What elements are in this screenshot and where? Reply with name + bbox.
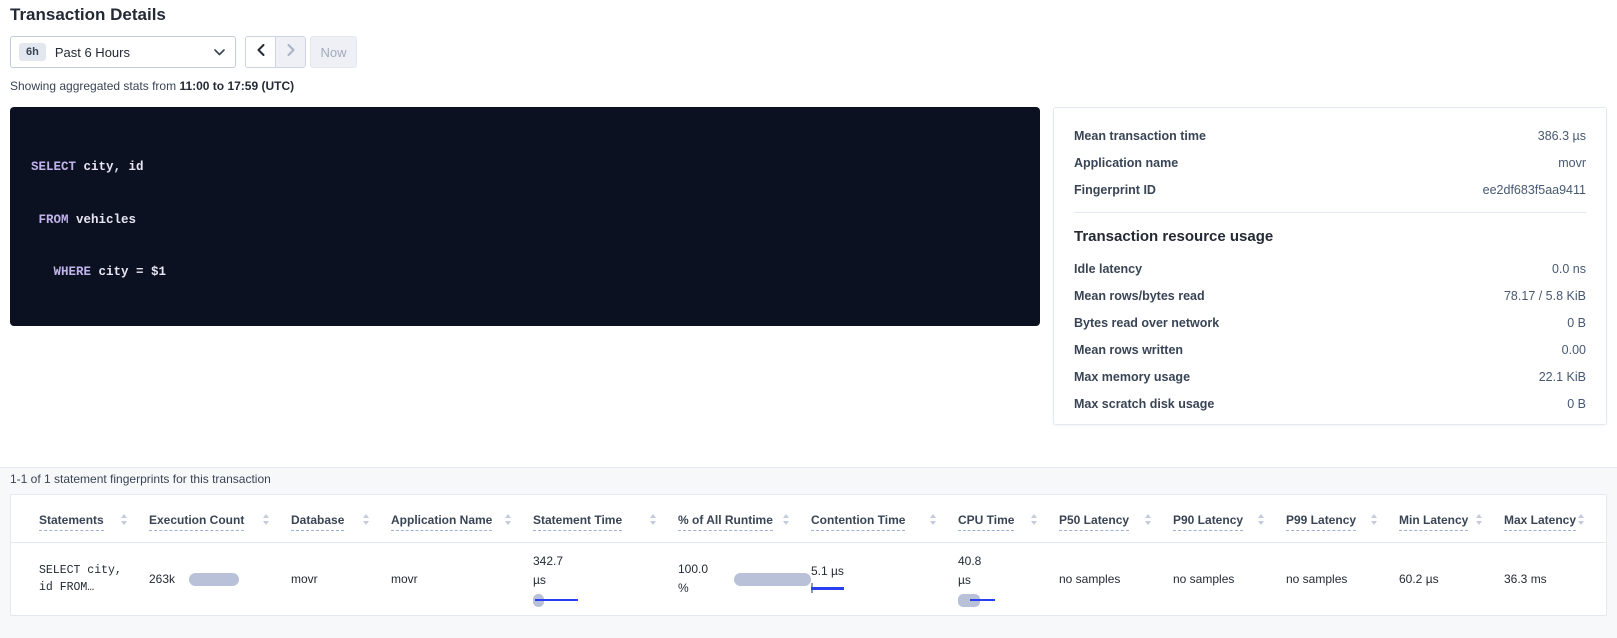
chevron-down-icon	[214, 43, 225, 61]
pct-runtime-bar	[734, 573, 811, 586]
chevron-left-icon	[257, 43, 265, 61]
sort-arrows-icon[interactable]	[363, 514, 369, 525]
sort-arrows-icon[interactable]	[1371, 514, 1377, 525]
cell-max-latency: 36.3 ms	[1504, 572, 1606, 586]
column-header-p99-latency[interactable]: P99 Latency	[1286, 514, 1399, 531]
time-range-badge: 6h	[19, 43, 46, 61]
resource-label: Mean rows written	[1074, 343, 1183, 357]
transaction-summary-card: Mean transaction time 386.3 µs Applicati…	[1053, 107, 1607, 425]
summary-value: ee2df683f5aa9411	[1483, 183, 1586, 197]
resource-value: 0 B	[1567, 397, 1586, 411]
resource-value: 22.1 KiB	[1539, 370, 1586, 384]
contention-time-bar	[811, 582, 844, 595]
summary-label: Mean transaction time	[1074, 129, 1206, 143]
sort-arrows-icon[interactable]	[263, 514, 269, 525]
resource-usage-heading: Transaction resource usage	[1074, 228, 1586, 245]
time-range-label: Past 6 Hours	[55, 45, 214, 60]
summary-label: Fingerprint ID	[1074, 183, 1156, 197]
previous-time-range-button[interactable]	[246, 37, 275, 67]
cell-p90-latency: no samples	[1173, 572, 1286, 586]
resource-row-mean-rows-bytes-read: Mean rows/bytes read 78.17 / 5.8 KiB	[1074, 282, 1586, 309]
statements-table-header: Statements Execution Count Database Appl…	[11, 495, 1606, 543]
column-header-max-latency[interactable]: Max Latency	[1504, 514, 1606, 531]
statements-section: 1-1 of 1 statement fingerprints for this…	[0, 467, 1617, 638]
column-header-statement-time[interactable]: Statement Time	[533, 514, 678, 531]
execution-count-bar	[189, 573, 239, 586]
cell-statement: SELECT city,id FROM…	[39, 562, 149, 596]
resource-label: Idle latency	[1074, 262, 1142, 276]
resource-value: 78.17 / 5.8 KiB	[1504, 289, 1586, 303]
aggregated-stats-range: 11:00 to 17:59 (UTC)	[179, 79, 294, 93]
column-header-p50-latency[interactable]: P50 Latency	[1059, 514, 1173, 531]
summary-value: movr	[1558, 156, 1586, 170]
resource-row-bytes-read-over-network: Bytes read over network 0 B	[1074, 309, 1586, 336]
summary-label: Application name	[1074, 156, 1178, 170]
sort-arrows-icon[interactable]	[505, 514, 511, 525]
sql-line: FROM vehicles	[31, 212, 1019, 230]
cell-pct-of-all-runtime: 100.0 %	[678, 560, 811, 598]
cell-p99-latency: no samples	[1286, 572, 1399, 586]
cell-min-latency: 60.2 µs	[1399, 572, 1504, 586]
sql-line: WHERE city = $1	[31, 264, 1019, 282]
resource-row-max-memory-usage: Max memory usage 22.1 KiB	[1074, 363, 1586, 390]
resource-row-max-scratch-disk-usage: Max scratch disk usage 0 B	[1074, 390, 1586, 417]
cell-statement-time: 342.7 µs	[533, 552, 678, 607]
summary-row-application-name: Application name movr	[1074, 149, 1586, 176]
aggregated-stats-caption: Showing aggregated stats from 11:00 to 1…	[10, 79, 294, 93]
column-header-pct-of-all-runtime[interactable]: % of All Runtime	[678, 514, 811, 531]
resource-value: 0.0 ns	[1552, 262, 1586, 276]
column-header-execution-count[interactable]: Execution Count	[149, 514, 291, 531]
transaction-details-page: Transaction Details 6h Past 6 Hours Now …	[0, 0, 1617, 638]
summary-row-mean-transaction-time: Mean transaction time 386.3 µs	[1074, 122, 1586, 149]
cell-cpu-time: 40.8 µs	[958, 552, 1059, 607]
cell-contention-time: 5.1 µs	[811, 564, 958, 595]
resource-row-mean-rows-written: Mean rows written 0.00	[1074, 336, 1586, 363]
transaction-sql-box: SELECT city, id FROM vehicles WHERE city…	[10, 107, 1040, 326]
column-header-contention-time[interactable]: Contention Time	[811, 514, 958, 531]
statement-table-row: SELECT city,id FROM… 263k movr movr 342.…	[11, 543, 1606, 615]
sort-arrows-icon[interactable]	[1145, 514, 1151, 525]
sort-arrows-icon[interactable]	[1031, 514, 1037, 525]
summary-row-fingerprint-id: Fingerprint ID ee2df683f5aa9411	[1074, 176, 1586, 203]
sort-arrows-icon[interactable]	[930, 514, 936, 525]
cell-database: movr	[291, 572, 391, 586]
sort-arrows-icon[interactable]	[650, 514, 656, 525]
time-range-picker[interactable]: 6h Past 6 Hours	[10, 36, 236, 68]
cell-execution-count: 263k	[149, 572, 291, 586]
time-range-arrows	[245, 36, 306, 68]
statement-link[interactable]: SELECT city,id FROM…	[39, 562, 122, 596]
now-button[interactable]: Now	[310, 36, 357, 68]
column-header-cpu-time[interactable]: CPU Time	[958, 514, 1059, 531]
resource-value: 0 B	[1567, 316, 1586, 330]
sql-line: SELECT city, id	[31, 159, 1019, 177]
column-header-p90-latency[interactable]: P90 Latency	[1173, 514, 1286, 531]
cpu-time-bar	[958, 594, 995, 607]
chevron-right-icon	[287, 43, 295, 61]
column-header-min-latency[interactable]: Min Latency	[1399, 514, 1504, 531]
column-header-application-name[interactable]: Application Name	[391, 514, 533, 531]
sort-arrows-icon[interactable]	[783, 514, 789, 525]
resource-row-idle-latency: Idle latency 0.0 ns	[1074, 255, 1586, 282]
cell-application-name: movr	[391, 572, 533, 586]
summary-divider	[1074, 212, 1586, 213]
statements-count-caption: 1-1 of 1 statement fingerprints for this…	[10, 472, 271, 486]
sort-arrows-icon[interactable]	[1476, 514, 1482, 525]
resource-label: Bytes read over network	[1074, 316, 1219, 330]
next-time-range-button[interactable]	[275, 37, 305, 67]
resource-label: Max scratch disk usage	[1074, 397, 1214, 411]
statements-table: Statements Execution Count Database Appl…	[10, 494, 1607, 616]
cell-p50-latency: no samples	[1059, 572, 1173, 586]
column-header-database[interactable]: Database	[291, 514, 391, 531]
statement-time-bar	[533, 594, 583, 607]
sort-arrows-icon[interactable]	[121, 514, 127, 525]
page-title: Transaction Details	[10, 5, 166, 25]
resource-label: Max memory usage	[1074, 370, 1190, 384]
sort-arrows-icon[interactable]	[1258, 514, 1264, 525]
summary-value: 386.3 µs	[1538, 129, 1586, 143]
resource-label: Mean rows/bytes read	[1074, 289, 1205, 303]
column-header-statements[interactable]: Statements	[39, 514, 149, 531]
sort-arrows-icon[interactable]	[1578, 514, 1584, 525]
resource-value: 0.00	[1562, 343, 1586, 357]
